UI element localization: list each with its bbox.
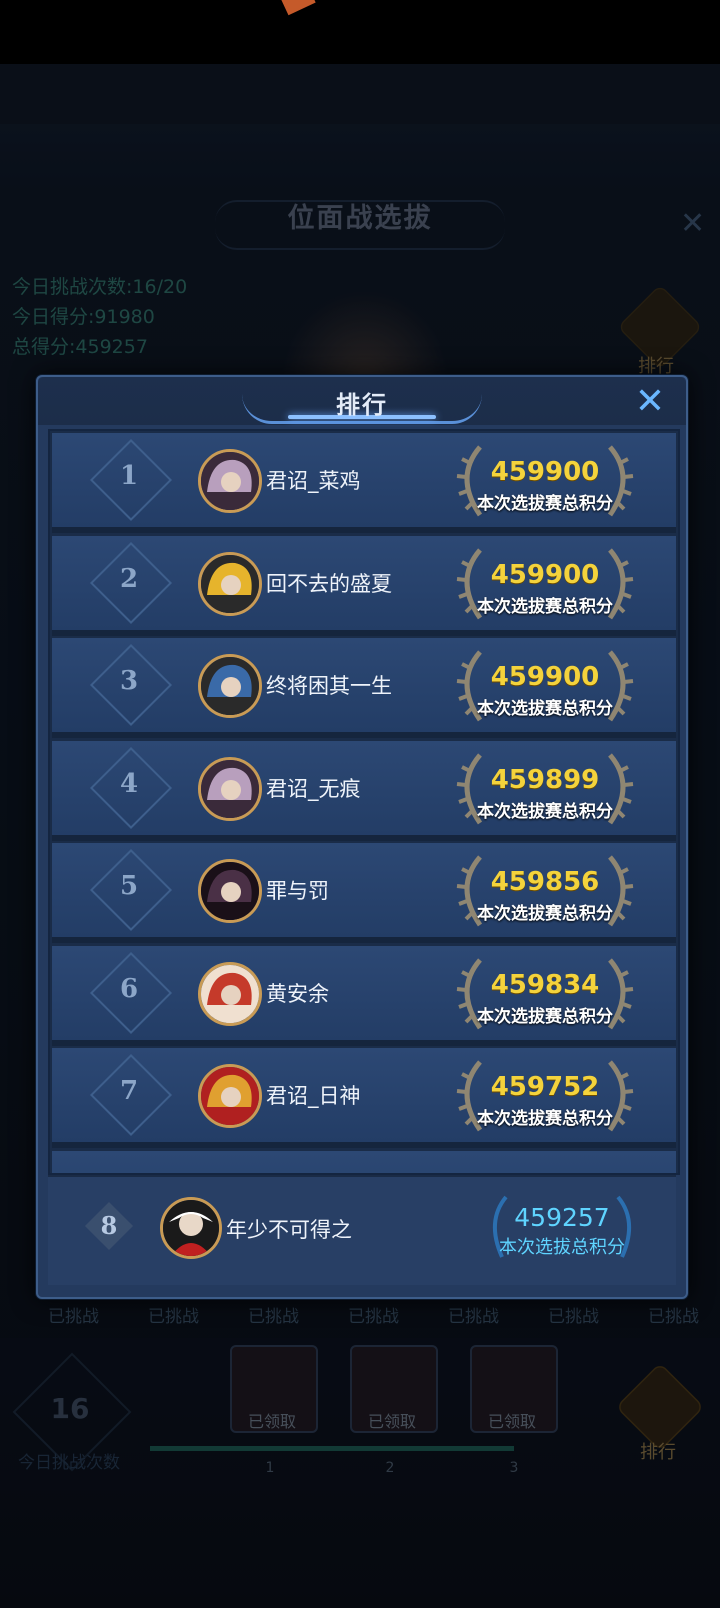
player-avatar[interactable] (198, 1064, 262, 1128)
my-rank-number: 8 (100, 1211, 118, 1240)
score-value: 459834 (490, 969, 600, 1000)
score-value: 459752 (490, 1072, 600, 1102)
player-avatar[interactable] (198, 756, 262, 821)
my-score: 459257 (514, 1203, 610, 1232)
player-avatar[interactable] (198, 551, 262, 616)
score-label: 本次选拔赛总积分 (477, 494, 613, 514)
avatar-image (201, 1067, 259, 1125)
avatar-image (201, 657, 259, 715)
ranking-row-partial[interactable] (52, 1150, 676, 1173)
rank-number: 3 (119, 666, 139, 696)
score-label: 本次选拔赛总积分 (477, 596, 613, 617)
rank-number: 5 (119, 871, 139, 901)
status-bar (0, 0, 720, 64)
avatar-image (201, 964, 259, 1023)
modal-header: 排行 ✕ (38, 377, 686, 425)
rank-number: 6 (119, 973, 139, 1004)
player-avatar[interactable] (198, 961, 262, 1026)
player-avatar[interactable] (198, 654, 262, 718)
player-name: 君诏_菜鸡 (266, 469, 361, 493)
player-name: 黄安余 (266, 981, 329, 1006)
decorative-shard (278, 0, 316, 16)
rank-number: 2 (119, 563, 139, 594)
rank-number: 4 (119, 768, 139, 799)
ranking-row[interactable]: 3 终将困其一生 459900 本次选拔赛总积分 (52, 638, 676, 738)
my-score-label: 本次选拔总积分 (499, 1237, 625, 1258)
score-label: 本次选拔赛总积分 (477, 1109, 613, 1129)
player-avatar[interactable] (198, 449, 262, 513)
close-icon[interactable]: ✕ (628, 382, 672, 422)
score-label: 本次选拔赛总积分 (477, 904, 613, 924)
player-name: 终将困其一生 (266, 674, 392, 698)
ranking-row[interactable]: 6 黄安余 459834 本次选拔赛总积分 (52, 945, 676, 1046)
avatar-image (201, 862, 259, 920)
player-name: 君诏_无痕 (266, 776, 361, 801)
avatar-image (201, 759, 259, 818)
ranking-row[interactable]: 2 回不去的盛夏 459900 本次选拔赛总积分 (52, 535, 676, 636)
modal-title: 排行 (336, 391, 388, 419)
ranking-row[interactable]: 7 君诏_日神 459752 本次选拔赛总积分 (52, 1048, 676, 1148)
score-label: 本次选拔赛总积分 (477, 1006, 613, 1027)
score-value: 459900 (490, 662, 600, 692)
ranking-row[interactable]: 5 罪与罚 459856 本次选拔赛总积分 (52, 843, 676, 943)
ranking-row[interactable]: 1 君诏_菜鸡 459900 本次选拔赛总积分 (52, 433, 676, 533)
avatar-image (201, 554, 259, 613)
score-value: 459900 (490, 559, 600, 590)
my-avatar[interactable] (160, 1197, 222, 1259)
player-name: 回不去的盛夏 (266, 571, 392, 596)
score-value: 459900 (490, 457, 600, 487)
score-value: 459856 (490, 867, 600, 897)
rank-number: 1 (119, 461, 139, 491)
ranking-list[interactable]: 1 君诏_菜鸡 459900 本次选拔赛总积分 2 回不去的盛夏 459900 本次选拔赛总积… (48, 429, 680, 1175)
score-value: 459899 (490, 764, 600, 795)
screen: 位面战选拔 ✕ 今日挑战次数:16/20 今日得分:91980 总得分:4592… (0, 0, 720, 1608)
my-player-name: 年少不可得之 (226, 1218, 352, 1242)
player-name: 君诏_日神 (266, 1084, 361, 1108)
player-avatar[interactable] (198, 859, 262, 923)
my-rank-row: 8 年少不可得之 459257 本次选拔总积分 (48, 1175, 676, 1285)
score-label: 本次选拔赛总积分 (477, 699, 613, 719)
ranking-modal: 排行 ✕ 1 君诏_菜鸡 459900 本次选拔赛总积分 2 回不去的盛夏 459900 本次… (36, 375, 688, 1299)
player-name: 罪与罚 (266, 879, 329, 903)
avatar-image (201, 452, 259, 510)
rank-number: 7 (119, 1076, 139, 1106)
avatar-image (163, 1200, 219, 1256)
score-label: 本次选拔赛总积分 (477, 801, 613, 822)
ranking-row[interactable]: 4 君诏_无痕 459899 本次选拔赛总积分 (52, 740, 676, 841)
